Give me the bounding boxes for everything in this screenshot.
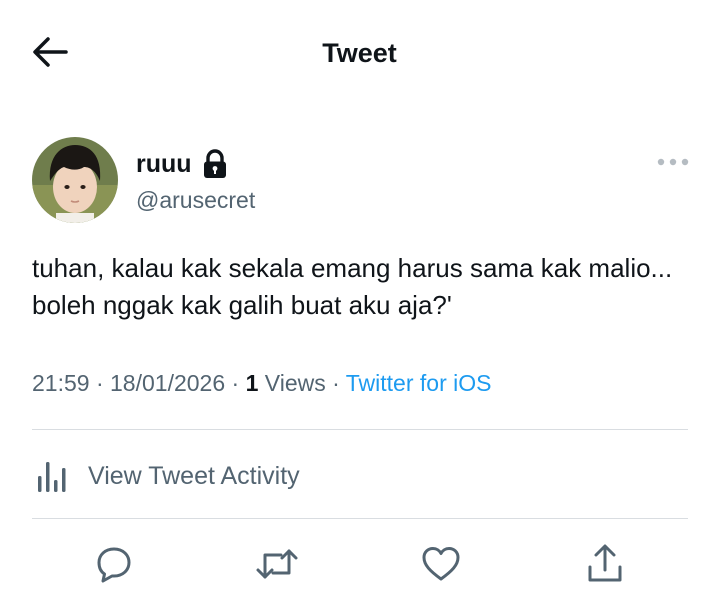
tweet-actions xyxy=(0,540,719,596)
display-name[interactable]: ruuu xyxy=(136,150,192,179)
like-icon xyxy=(422,547,460,581)
more-horizontal-icon xyxy=(657,158,689,166)
page-title: Tweet xyxy=(322,38,397,68)
divider xyxy=(32,429,688,430)
tweet-date: 18/01/2026 xyxy=(110,370,226,396)
views-count[interactable]: 1 xyxy=(246,370,259,396)
divider xyxy=(32,518,688,519)
tweet-time: 21:59 xyxy=(32,370,90,396)
share-button[interactable] xyxy=(581,540,629,588)
tweet-source-link[interactable]: Twitter for iOS xyxy=(346,370,492,396)
bar-chart-icon xyxy=(38,462,66,492)
view-tweet-activity-button[interactable]: View Tweet Activity xyxy=(32,456,300,496)
tweet-meta: 21:59 · 18/01/2026 · 1 Views · Twitter f… xyxy=(32,370,491,397)
reply-button[interactable] xyxy=(90,540,138,588)
tweet-author: ruuu @arusecret xyxy=(32,137,692,227)
view-tweet-activity-label: View Tweet Activity xyxy=(88,461,300,490)
meta-separator: · xyxy=(332,370,340,396)
header: Tweet xyxy=(0,0,719,100)
views-label[interactable]: Views xyxy=(265,370,326,396)
user-handle[interactable]: @arusecret xyxy=(136,187,255,214)
avatar[interactable] xyxy=(32,137,118,223)
meta-separator: · xyxy=(231,370,240,396)
meta-separator: · xyxy=(95,370,104,396)
tweet-text: tuhan, kalau kak sekala emang harus sama… xyxy=(32,253,673,320)
lock-icon xyxy=(202,149,228,179)
like-button[interactable] xyxy=(417,540,465,588)
more-options-button[interactable] xyxy=(656,155,690,169)
share-icon xyxy=(588,544,622,582)
retweet-icon xyxy=(256,549,298,579)
retweet-button[interactable] xyxy=(253,540,301,588)
name-row: ruuu xyxy=(136,149,228,179)
reply-icon xyxy=(97,547,131,583)
